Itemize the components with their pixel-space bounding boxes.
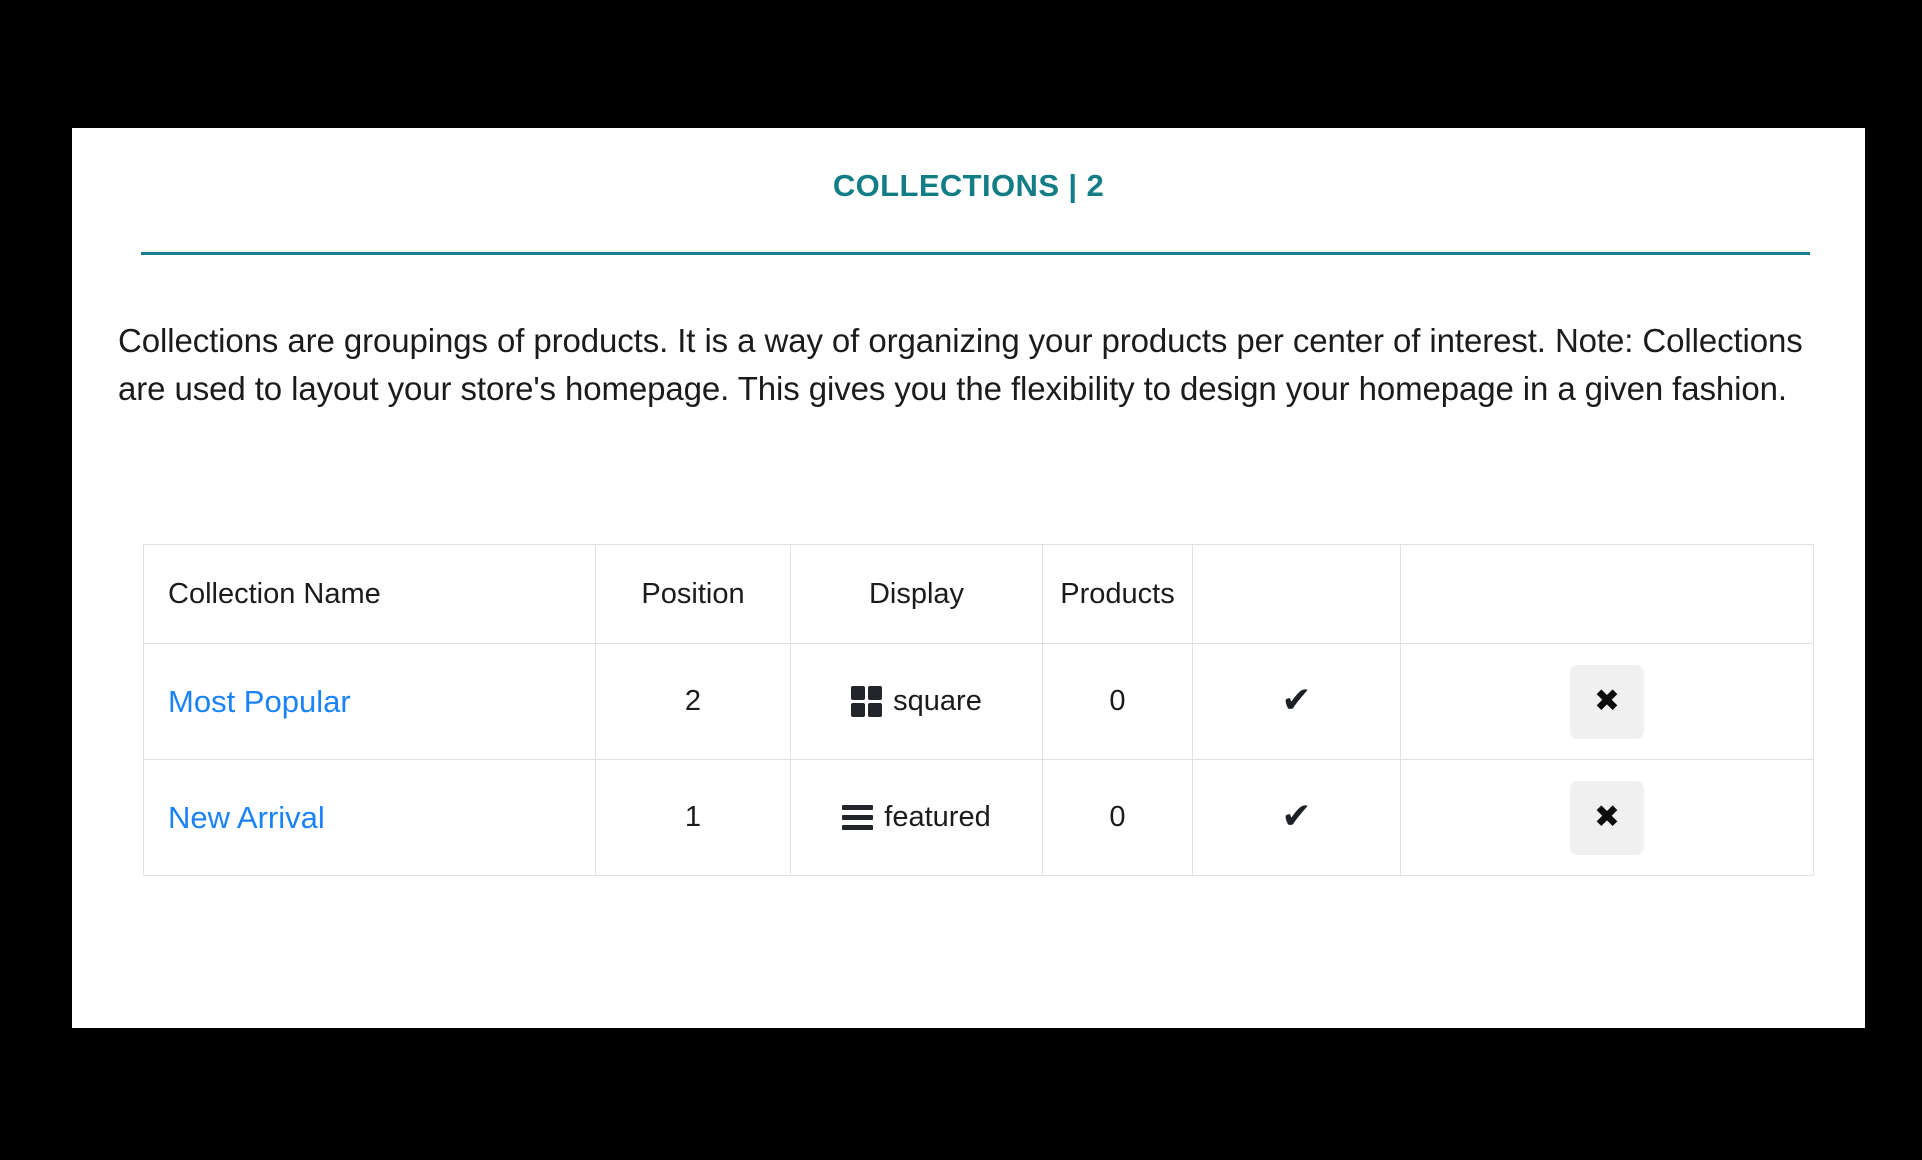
table-body: Most Popular 2 square 0 ✔ ✖ New Arrival …: [143, 643, 1814, 876]
table-header-row: Collection Name Position Display Product…: [143, 544, 1814, 644]
page-title: COLLECTIONS | 2: [832, 168, 1105, 203]
table-header: Collection Name Position Display Product…: [143, 544, 1814, 644]
collections-table: Collection Name Position Display Product…: [143, 544, 1814, 876]
cell-actions: ✖: [1400, 759, 1814, 876]
cell-status: ✔: [1192, 643, 1401, 760]
close-icon: ✖: [1594, 799, 1620, 835]
close-icon: ✖: [1594, 683, 1620, 719]
delete-collection-button[interactable]: ✖: [1570, 664, 1644, 739]
cell-position: 1: [595, 759, 791, 876]
column-header-products: Products: [1042, 544, 1193, 644]
delete-collection-button[interactable]: ✖: [1570, 780, 1644, 855]
display-label: square: [893, 685, 982, 717]
check-icon[interactable]: ✔: [1281, 799, 1311, 835]
cell-actions: ✖: [1400, 643, 1814, 760]
table-row: New Arrival 1 featured 0 ✔ ✖: [143, 759, 1814, 876]
cell-collection-name: Most Popular: [143, 643, 596, 760]
column-header-status: [1192, 544, 1401, 644]
collection-link[interactable]: Most Popular: [168, 684, 351, 719]
collection-link[interactable]: New Arrival: [168, 800, 325, 835]
check-icon[interactable]: ✔: [1281, 683, 1311, 719]
title-divider: [141, 252, 1810, 255]
cell-products-count: 0: [1042, 759, 1193, 876]
table-row: Most Popular 2 square 0 ✔ ✖: [143, 643, 1814, 760]
cell-display: featured: [790, 759, 1043, 876]
column-header-position: Position: [595, 544, 791, 644]
cell-products-count: 0: [1042, 643, 1193, 760]
collections-card: COLLECTIONS | 2 Collections are grouping…: [72, 128, 1865, 1028]
column-header-collection-name: Collection Name: [143, 544, 596, 644]
grid-square-icon: [851, 686, 883, 717]
cell-status: ✔: [1192, 759, 1401, 876]
cell-display: square: [790, 643, 1043, 760]
display-label: featured: [884, 801, 991, 833]
column-header-display: Display: [790, 544, 1043, 644]
collections-description: Collections are groupings of products. I…: [118, 322, 1803, 407]
list-bars-icon: [842, 805, 874, 830]
column-header-actions: [1400, 544, 1814, 644]
collections-table-wrapper: Collection Name Position Display Product…: [143, 544, 1814, 876]
cell-position: 2: [595, 643, 791, 760]
page-root: COLLECTIONS | 2 Collections are grouping…: [0, 0, 1922, 1160]
cell-collection-name: New Arrival: [143, 759, 596, 876]
